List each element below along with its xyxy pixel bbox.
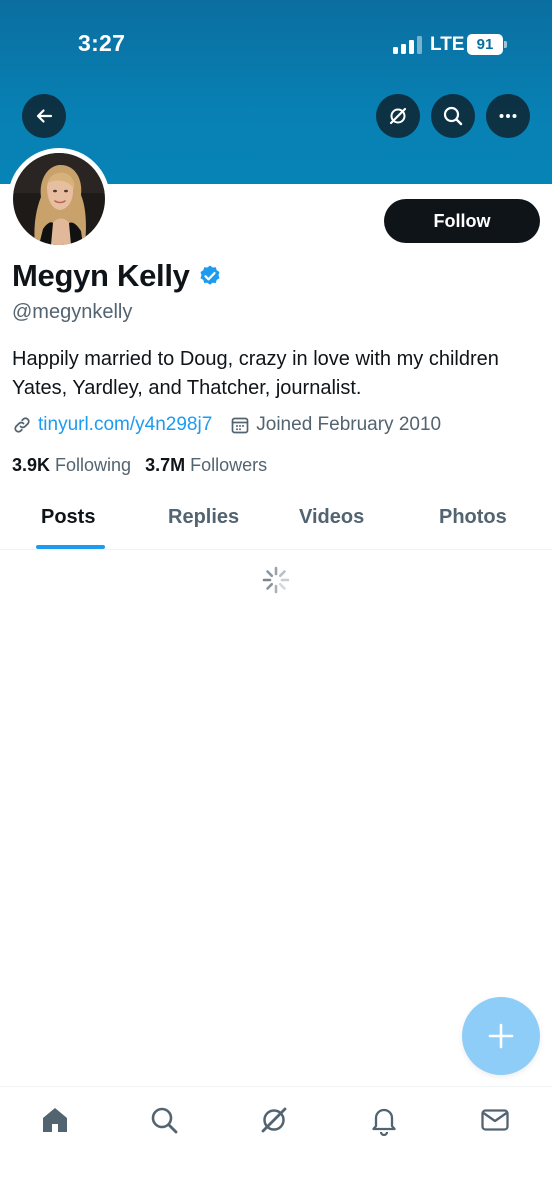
grok-icon <box>261 1107 287 1133</box>
status-time: 3:27 <box>78 30 126 56</box>
calendar-icon <box>231 417 249 434</box>
grok-button[interactable] <box>376 94 420 138</box>
follow-button[interactable]: Follow <box>384 199 540 243</box>
followers-label: Followers <box>190 455 268 475</box>
profile-tabs: Posts Replies Videos Photos <box>0 490 552 550</box>
profile-meta: tinyurl.com/y4n298j7 Joined February 201… <box>12 414 441 436</box>
back-button[interactable] <box>22 94 66 138</box>
search-icon <box>151 1107 178 1134</box>
nav-home[interactable] <box>38 1103 72 1137</box>
nav-grok[interactable] <box>257 1103 291 1137</box>
search-button[interactable] <box>431 94 475 138</box>
following-label: Following <box>55 455 132 475</box>
followers-count: 3.7M <box>145 455 186 475</box>
arrow-left-icon <box>36 109 53 123</box>
loading-spinner-icon <box>262 566 290 594</box>
more-button[interactable] <box>486 94 530 138</box>
signal-strength-icon <box>393 36 422 54</box>
network-type: LTE <box>430 34 465 55</box>
following-stat[interactable]: 3.9K Following <box>12 455 131 476</box>
plus-icon <box>488 1023 514 1049</box>
avatar[interactable] <box>8 148 110 250</box>
tab-replies[interactable]: Replies <box>168 506 239 529</box>
bottom-navigation <box>0 1086 552 1200</box>
tab-photos[interactable]: Photos <box>439 506 507 529</box>
battery-level: 91 <box>467 34 503 55</box>
active-tab-indicator <box>36 545 105 549</box>
followers-stat[interactable]: 3.7M Followers <box>145 455 267 476</box>
verified-badge-icon[interactable] <box>198 264 222 288</box>
profile-handle: @megynkelly <box>12 301 133 323</box>
following-count: 3.9K <box>12 455 51 475</box>
grok-icon <box>389 107 407 125</box>
joined-date: Joined February 2010 <box>256 414 442 435</box>
status-bar: 3:27 LTE 91 <box>0 0 552 90</box>
battery-icon: 91 <box>467 34 507 55</box>
compose-post-button[interactable] <box>462 997 540 1075</box>
profile-bio: Happily married to Doug, crazy in love w… <box>12 348 499 399</box>
nav-search[interactable] <box>147 1103 181 1137</box>
more-icon <box>499 114 517 118</box>
follow-stats: 3.9K Following 3.7M Followers <box>12 455 267 476</box>
tab-posts[interactable]: Posts <box>41 506 95 529</box>
notifications-icon <box>372 1108 396 1136</box>
search-icon <box>443 106 463 126</box>
profile-photo <box>13 153 105 245</box>
nav-notifications[interactable] <box>367 1103 401 1137</box>
nav-messages[interactable] <box>478 1103 512 1137</box>
home-icon <box>43 1108 67 1132</box>
profile-name-row: Megyn Kelly <box>12 258 222 294</box>
link-icon <box>14 417 30 433</box>
messages-icon <box>481 1109 509 1131</box>
tab-videos[interactable]: Videos <box>299 506 364 529</box>
profile-link[interactable]: tinyurl.com/y4n298j7 <box>38 414 212 436</box>
profile-name: Megyn Kelly <box>12 258 190 293</box>
